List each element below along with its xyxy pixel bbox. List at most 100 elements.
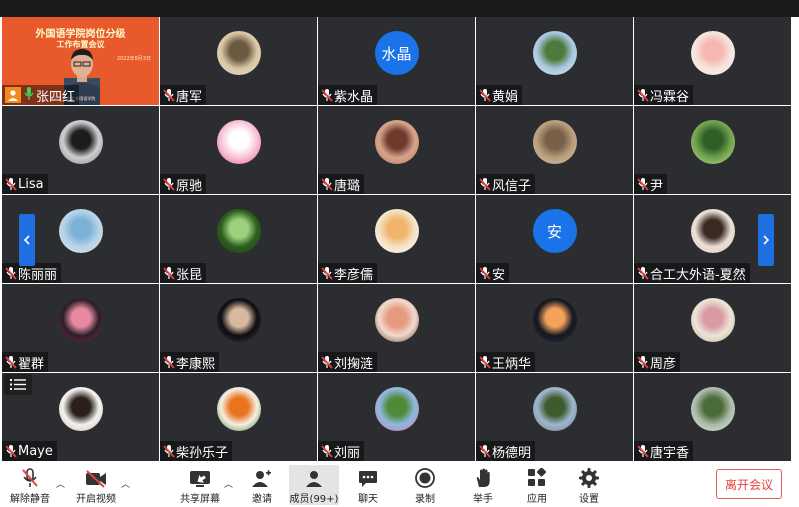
participant-tile[interactable]: 黄娟 [476, 17, 633, 105]
participant-name: 李彦儒 [334, 267, 374, 283]
participant-tile[interactable]: 风信子 [476, 106, 633, 194]
nameplate: 李康熙 [160, 352, 220, 372]
participant-tile[interactable]: 王炳华 [476, 284, 633, 372]
participant-tile[interactable]: 安安 [476, 195, 633, 283]
slide-date: 2022年8月3日 [116, 56, 151, 62]
video-off-icon [86, 470, 106, 488]
participant-tile[interactable]: 尹 [634, 106, 791, 194]
participant-tile[interactable]: Lisa [2, 106, 159, 194]
share-options-caret[interactable]: ︿ [224, 477, 233, 490]
members-button[interactable]: 成员(99+) [289, 464, 339, 507]
participant-tile[interactable]: 唐宇香 [634, 373, 791, 461]
participant-tile[interactable]: 周彦 [634, 284, 791, 372]
participant-tile[interactable]: 刘丽 [318, 373, 475, 461]
participant-name: 王炳华 [492, 356, 532, 372]
top-bar [0, 0, 799, 17]
page-prev-button[interactable] [19, 214, 35, 266]
nameplate: 尹 [634, 174, 668, 194]
participant-name: 尹 [650, 178, 664, 194]
avatar [58, 209, 103, 253]
avatar: 水晶 [374, 31, 419, 75]
avatar [216, 31, 261, 75]
avatar [58, 120, 103, 164]
mic-muted-icon [321, 355, 333, 369]
mic-muted-icon [163, 88, 175, 102]
record-icon [415, 468, 435, 488]
mic-muted-icon [163, 355, 175, 369]
nameplate-host: 张四红 [2, 85, 80, 105]
participant-tile[interactable]: 杨德明 [476, 373, 633, 461]
chat-button[interactable]: 聊天 [350, 464, 386, 507]
participant-tile[interactable]: 柴孙乐子 [160, 373, 317, 461]
apps-label: 应用 [527, 494, 547, 505]
record-button[interactable]: 录制 [407, 464, 443, 507]
start-video-button[interactable]: 开启视频 [74, 464, 118, 507]
members-label: 成员(99+) [289, 494, 339, 505]
participant-tile[interactable]: 刘掬涟 [318, 284, 475, 372]
audio-options-caret[interactable]: ︿ [56, 477, 65, 490]
participant-name: 唐璐 [334, 178, 361, 194]
participant-name: 唐军 [176, 89, 203, 105]
participant-name: 杨德明 [492, 445, 532, 461]
participant-tile[interactable]: 李康熙 [160, 284, 317, 372]
participant-tile-host[interactable]: 外国语学院岗位分级 工作布置会议 2022年8月3日 合肥工业大学 外国语学院 … [2, 17, 159, 105]
avatar [532, 120, 577, 164]
mic-muted-icon [5, 444, 17, 458]
apps-button[interactable]: 应用 [519, 464, 555, 507]
participant-tile[interactable]: 唐璐 [318, 106, 475, 194]
nameplate: 唐宇香 [634, 441, 694, 461]
avatar [216, 209, 261, 253]
participant-tile[interactable]: 张昆 [160, 195, 317, 283]
participant-name: 周彦 [650, 356, 677, 372]
mic-muted-icon [5, 177, 17, 191]
nameplate: 李彦儒 [318, 263, 378, 283]
avatar [216, 298, 261, 342]
nameplate: 王炳华 [476, 352, 536, 372]
page-next-button[interactable] [758, 214, 774, 266]
participant-name: 冯霖谷 [650, 89, 690, 105]
nameplate: 合工大外语-夏然 [634, 263, 750, 283]
participant-name: 安 [492, 267, 506, 283]
gallery-list-button[interactable] [4, 374, 32, 395]
mic-muted-icon [479, 355, 491, 369]
hand-icon [476, 468, 490, 487]
participant-name: 唐宇香 [650, 445, 690, 461]
leave-meeting-button[interactable]: 离开会议 [716, 469, 782, 499]
raise-hand-button[interactable]: 举手 [465, 464, 501, 507]
participant-tile[interactable]: 原驰 [160, 106, 317, 194]
settings-label: 设置 [579, 494, 599, 505]
participant-name: 合工大外语-夏然 [650, 267, 746, 283]
video-options-caret[interactable]: ︿ [121, 477, 130, 490]
members-icon [306, 471, 322, 487]
participant-tile[interactable]: 翟群 [2, 284, 159, 372]
mic-muted-icon [22, 468, 38, 487]
host-user-icon [5, 87, 21, 103]
participant-tile[interactable]: 唐军 [160, 17, 317, 105]
nameplate: 柴孙乐子 [160, 441, 233, 461]
avatar [690, 387, 735, 431]
share-screen-button[interactable]: 共享屏幕 [178, 464, 222, 507]
meeting-toolbar: 解除静音 ︿ 开启视频 ︿ 共享屏幕 ︿ 邀请 成员(99+) 聊天 录制 举手… [0, 464, 799, 507]
settings-button[interactable]: 设置 [571, 464, 607, 507]
nameplate: 安 [476, 263, 510, 283]
participant-name: 张昆 [176, 267, 203, 283]
avatar [690, 31, 735, 75]
mic-muted-icon [5, 266, 17, 280]
avatar [216, 387, 261, 431]
mic-muted-icon [637, 88, 649, 102]
mic-muted-icon [637, 266, 649, 280]
avatar: 安 [532, 209, 577, 253]
mic-muted-icon [637, 444, 649, 458]
participant-name: 原驰 [176, 178, 203, 194]
chevron-left-icon [23, 235, 30, 245]
unmute-button[interactable]: 解除静音 [8, 464, 52, 507]
nameplate: Lisa [2, 174, 48, 194]
participant-tile[interactable]: 冯霖谷 [634, 17, 791, 105]
mic-muted-icon [637, 177, 649, 191]
nameplate: 刘掬涟 [318, 352, 378, 372]
nameplate: 黄娟 [476, 85, 523, 105]
participant-name: Lisa [18, 176, 44, 192]
participant-tile[interactable]: 李彦儒 [318, 195, 475, 283]
invite-button[interactable]: 邀请 [244, 464, 280, 507]
participant-tile[interactable]: 水晶 紫水晶 [318, 17, 475, 105]
